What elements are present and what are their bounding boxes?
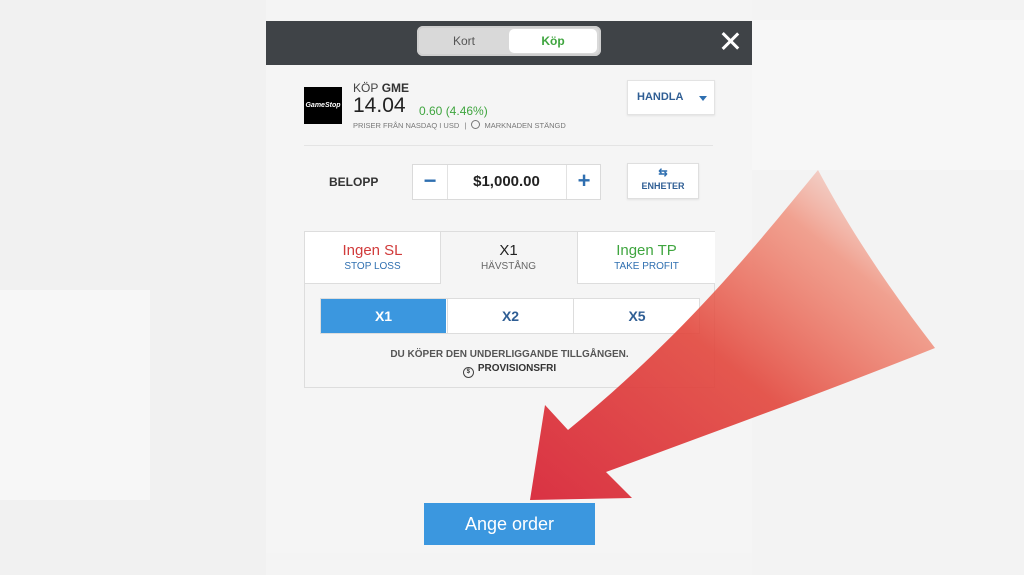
market-status: MARKNADEN STÄNGD [484, 121, 566, 130]
trade-action: KÖP [353, 81, 379, 95]
background-block [0, 290, 150, 500]
take-profit-value: Ingen TP [616, 242, 677, 259]
units-label: ENHETER [641, 181, 685, 191]
leverage-option-x5[interactable]: X5 [573, 299, 700, 333]
order-settings-panel: Ingen SL STOP LOSS X1 HÄVSTÅNG Ingen TP … [304, 231, 715, 388]
amount-label: BELOPP [329, 175, 379, 189]
sell-toggle-option[interactable]: Kort [420, 29, 508, 53]
leverage-value: X1 [499, 242, 518, 259]
commission-icon: $ [462, 367, 474, 378]
units-toggle-button[interactable]: ⇆ ENHETER [627, 163, 699, 199]
price-change: 0.60 (4.46%) [419, 104, 488, 118]
take-profit-label: TAKE PROFIT [614, 261, 679, 272]
divider [304, 145, 713, 146]
buy-toggle-option[interactable]: Köp [509, 29, 597, 53]
caret-down-icon [699, 96, 707, 101]
underlying-asset-note: DU KÖPER DEN UNDERLIGGANDE TILLGÅNGEN. [390, 349, 629, 360]
stop-loss-value: Ingen SL [342, 242, 403, 259]
instrument-header: KÖP GME [353, 81, 409, 95]
tab-take-profit[interactable]: Ingen TP TAKE PROFIT [577, 232, 715, 284]
instrument-price: 14.04 [353, 94, 406, 117]
amount-input[interactable]: $1,000.00 [448, 165, 565, 199]
close-icon[interactable] [718, 29, 742, 53]
leverage-options: X1 X2 X5 [320, 298, 700, 334]
decrease-amount-button[interactable]: − [413, 165, 448, 199]
modal-header: Kort Köp [266, 21, 752, 65]
amount-stepper: − $1,000.00 + [412, 164, 601, 200]
leverage-option-x1[interactable]: X1 [321, 299, 446, 333]
commission-info: $ PROVISIONSFRI [305, 363, 714, 378]
leverage-option-x2[interactable]: X2 [447, 299, 573, 333]
place-order-button[interactable]: Ange order [424, 503, 595, 545]
price-source-text: PRISER FRÅN NASDAQ I USD [353, 121, 460, 130]
swap-icon: ⇆ [658, 167, 668, 179]
trade-modal: Kort Köp GameStop KÖP GME 14.04 0.60 (4.… [266, 21, 752, 553]
clock-icon [471, 120, 481, 129]
tab-stop-loss[interactable]: Ingen SL STOP LOSS [305, 232, 441, 284]
trade-type-label: HANDLA [637, 91, 684, 103]
increase-amount-button[interactable]: + [566, 165, 601, 199]
stop-loss-label: STOP LOSS [344, 261, 401, 272]
direction-toggle: Kort Köp [417, 26, 601, 56]
leverage-label: HÄVSTÅNG [480, 261, 536, 272]
ticker-symbol: GME [381, 81, 410, 95]
trade-type-dropdown[interactable]: HANDLA [627, 80, 715, 115]
instrument-logo: GameStop [304, 87, 342, 124]
tab-leverage[interactable]: X1 HÄVSTÅNG [441, 232, 576, 283]
commission-label: PROVISIONSFRI [477, 363, 557, 374]
price-source: PRISER FRÅN NASDAQ I USD | MARKNADEN STÄ… [353, 120, 566, 130]
background-block [752, 20, 1024, 170]
